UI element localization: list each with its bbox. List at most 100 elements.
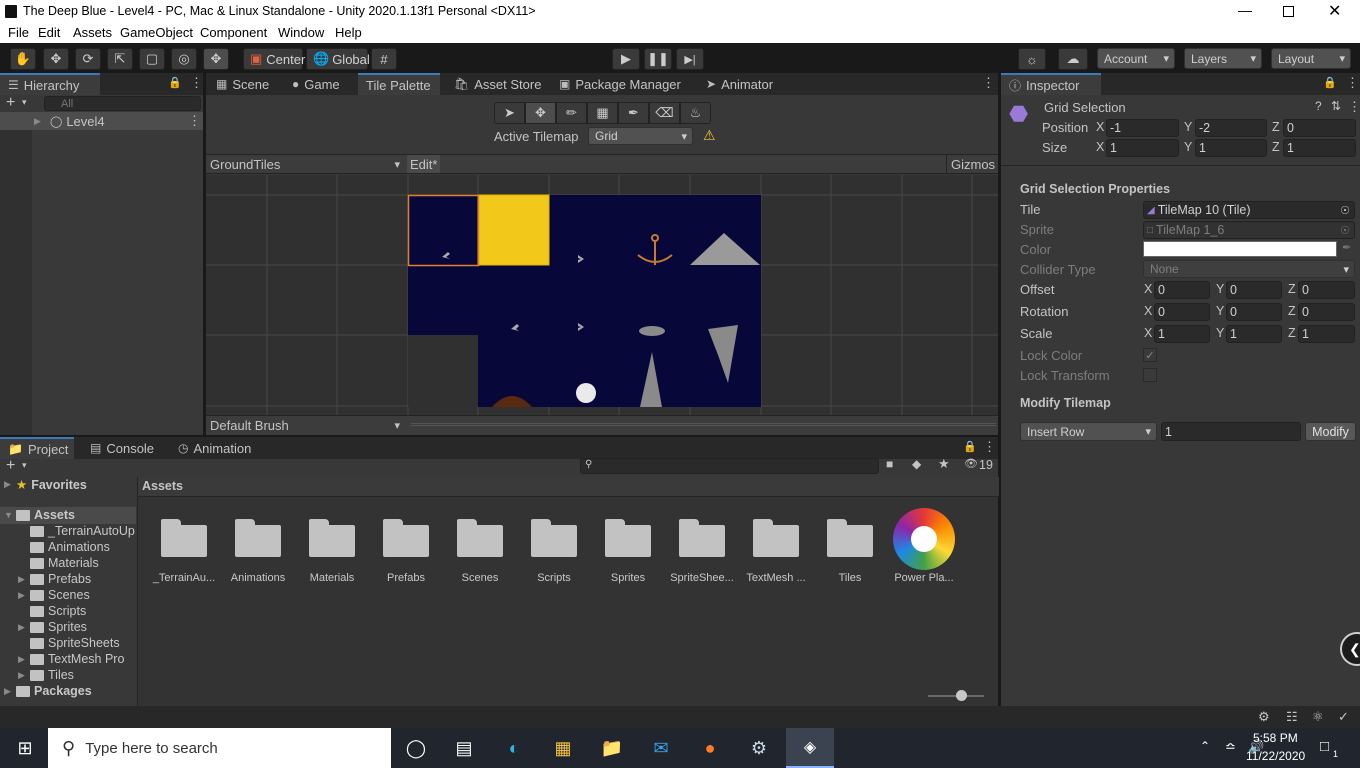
pause-button[interactable]: ❚❚	[644, 48, 672, 70]
tree-item[interactable]: Materials	[18, 556, 99, 570]
filter-type-icon[interactable]: ■	[886, 457, 893, 471]
lock-icon[interactable]: 🔒	[1323, 76, 1337, 89]
clock-date[interactable]: 11/22/2020	[1246, 749, 1305, 763]
expand-arrow-icon[interactable]: ▶	[18, 590, 30, 601]
layers-dropdown[interactable]: Layers	[1184, 48, 1262, 69]
folder-icon[interactable]	[753, 519, 799, 557]
tab-animation[interactable]: ◷ Animation	[170, 437, 259, 459]
tree-item[interactable]: Scripts	[18, 604, 86, 618]
eraser-icon[interactable]: ⌫	[649, 102, 680, 124]
fill-bucket-icon[interactable]: ♨	[680, 102, 711, 124]
hidden-packages-icon[interactable]: 👁	[964, 457, 978, 470]
picker-icon[interactable]: ✒	[618, 102, 649, 124]
expand-arrow-icon[interactable]: ▶	[34, 116, 46, 127]
tab-tile-palette[interactable]: Tile Palette	[358, 73, 440, 95]
mail-icon[interactable]: ✉	[646, 733, 676, 763]
expand-arrow-icon[interactable]: ▶	[4, 479, 16, 490]
more-menu-icon[interactable]: ⋮	[1348, 99, 1360, 115]
offset-y-field[interactable]: 0	[1226, 281, 1282, 299]
expand-arrow-icon[interactable]: ▶	[18, 654, 30, 665]
menu-help[interactable]: Help	[335, 25, 362, 40]
cache-icon[interactable]: ☷	[1286, 709, 1298, 725]
auto-generate-icon[interactable]: ⚛	[1312, 709, 1324, 725]
power-plant-asset-icon[interactable]	[893, 508, 955, 570]
expand-arrow-icon[interactable]: ▶	[4, 686, 16, 697]
tile-object-field[interactable]: ◢ TileMap 10 (Tile) ☉	[1143, 201, 1355, 219]
task-view-icon[interactable]: ▤	[449, 733, 479, 763]
modify-mode-dropdown[interactable]: Insert Row	[1020, 422, 1157, 441]
cortana-icon[interactable]: ◯	[401, 733, 431, 763]
position-z-field[interactable]: 0	[1283, 119, 1356, 137]
object-picker-icon[interactable]: ☉	[1340, 204, 1350, 217]
pivot-center-toggle[interactable]: ▣ Center	[243, 48, 305, 70]
menu-file[interactable]: File	[8, 25, 29, 40]
active-tilemap-dropdown[interactable]: Grid	[588, 127, 693, 145]
hand-tool-icon[interactable]: ✋	[10, 48, 36, 70]
rotate-tool-icon[interactable]: ⟳	[75, 48, 101, 70]
custom-tool-icon[interactable]: ✥	[203, 48, 229, 70]
step-button[interactable]: ▶|	[676, 48, 704, 70]
zoom-slider-thumb[interactable]	[956, 690, 967, 701]
expand-arrow-icon[interactable]: ▶	[18, 670, 30, 681]
brush-resize-handle[interactable]	[411, 423, 996, 426]
favorite-star-icon[interactable]: ★	[938, 456, 950, 472]
rotation-x-field[interactable]: 0	[1154, 303, 1210, 321]
folder-icon[interactable]	[383, 519, 429, 557]
offset-x-field[interactable]: 0	[1154, 281, 1210, 299]
more-menu-icon[interactable]: ⋮	[1346, 75, 1359, 91]
help-icon[interactable]: ?	[1315, 99, 1322, 113]
tree-item[interactable]: _TerrainAutoUp	[18, 524, 135, 538]
tab-console[interactable]: ▤ Console	[82, 437, 162, 459]
firefox-icon[interactable]: ●	[695, 733, 725, 763]
tree-assets[interactable]: ▼ Assets	[4, 508, 75, 522]
pivot-global-toggle[interactable]: 🌐 Global	[306, 48, 370, 70]
more-menu-icon[interactable]: ⋮	[983, 439, 996, 455]
expand-arrow-icon[interactable]: ▶	[18, 574, 30, 585]
size-z-field[interactable]: 1	[1283, 139, 1356, 157]
menu-edit[interactable]: Edit	[38, 25, 60, 40]
folder-icon[interactable]	[235, 519, 281, 557]
collapse-side-button[interactable]: ❮	[1340, 632, 1360, 666]
folder-icon[interactable]	[679, 519, 725, 557]
menu-assets[interactable]: Assets	[73, 25, 112, 40]
transform-tool-icon[interactable]: ◎	[171, 48, 197, 70]
filter-label-icon[interactable]: ◆	[912, 457, 921, 471]
tree-item[interactable]: ▶ Scenes	[18, 588, 90, 602]
clock-time[interactable]: 5:58 PM	[1253, 731, 1298, 745]
breadcrumb[interactable]: Assets	[142, 479, 183, 493]
tree-packages[interactable]: ▶ Packages	[4, 684, 92, 698]
tree-item[interactable]: ▶ Prefabs	[18, 572, 91, 586]
scale-z-field[interactable]: 1	[1298, 325, 1355, 343]
more-menu-icon[interactable]: ⋮	[190, 75, 203, 91]
rotation-z-field[interactable]: 0	[1298, 303, 1355, 321]
position-y-field[interactable]: -2	[1195, 119, 1267, 137]
paint-brush-icon[interactable]: ✏	[556, 102, 587, 124]
select-tool-icon[interactable]: ➤	[494, 102, 525, 124]
preset-icon[interactable]: ⇅	[1331, 99, 1341, 113]
tab-project[interactable]: 📁 Project	[0, 437, 74, 459]
position-x-field[interactable]: -1	[1106, 119, 1179, 137]
tab-inspector[interactable]: ⓘ Inspector	[1001, 73, 1101, 95]
tab-package-manager[interactable]: ▣ Package Manager	[551, 73, 689, 95]
modify-count-field[interactable]: 1	[1161, 422, 1301, 441]
close-button[interactable]: ✕	[1328, 1, 1341, 21]
windows-start-icon[interactable]: ⊞	[10, 733, 40, 763]
collab-icon[interactable]: ☼	[1018, 48, 1046, 70]
zoom-slider[interactable]	[928, 690, 984, 701]
scene-menu-icon[interactable]: ⋮	[188, 113, 201, 129]
edge-icon[interactable]: ◐	[499, 733, 529, 763]
add-icon[interactable]: +	[6, 94, 15, 112]
layout-dropdown[interactable]: Layout	[1271, 48, 1351, 69]
box-fill-icon[interactable]: ▦	[587, 102, 618, 124]
palette-dropdown[interactable]: GroundTiles ▾	[206, 155, 406, 173]
unity-taskbar-button[interactable]: ◈	[786, 728, 834, 768]
taskbar-search[interactable]: ⚲ Type here to search	[48, 728, 391, 768]
progress-icon[interactable]: ✓	[1338, 709, 1349, 725]
play-button[interactable]: ▶	[612, 48, 640, 70]
modify-button[interactable]: Modify	[1305, 422, 1356, 441]
network-icon[interactable]: ≏	[1225, 739, 1236, 755]
folder-icon[interactable]	[457, 519, 503, 557]
scale-y-field[interactable]: 1	[1226, 325, 1282, 343]
more-menu-icon[interactable]: ⋮	[982, 75, 995, 91]
chevron-up-icon[interactable]: ⌃	[1200, 739, 1210, 753]
